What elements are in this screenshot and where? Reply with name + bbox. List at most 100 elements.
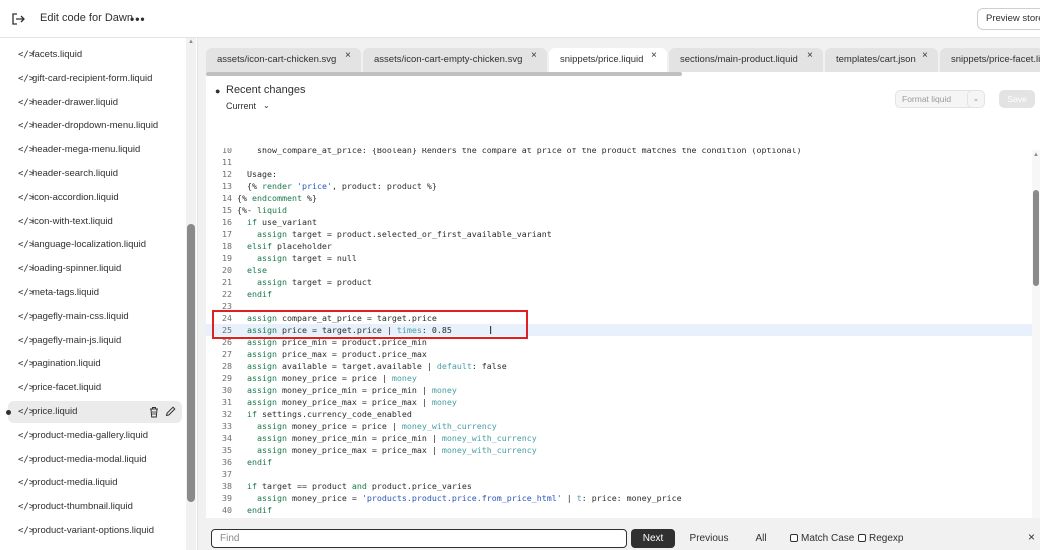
pencil-icon[interactable] — [165, 406, 176, 417]
line-number: 16 — [222, 217, 232, 227]
sidebar-file-item[interactable]: </> price-facet.liquid — [8, 377, 182, 399]
format-liquid-button[interactable]: Format liquid — [895, 90, 975, 108]
exit-icon[interactable] — [10, 11, 26, 27]
sidebar-file-label: pagefly-main-css.liquid — [32, 310, 129, 322]
line-number: 31 — [222, 397, 232, 407]
sidebar-file-item[interactable]: </> header-mega-menu.liquid — [8, 139, 182, 161]
code-text: assign money_price_max = price_max | mon… — [256, 445, 537, 455]
line-number: 10 — [222, 148, 232, 155]
close-icon[interactable]: × — [1028, 529, 1035, 546]
sidebar-file-label: loading-spinner.liquid — [32, 263, 122, 275]
tabs-scrollbar[interactable] — [206, 72, 682, 76]
code-line: 29 assign money_price = price | money — [206, 372, 1032, 384]
sidebar-file-label: header-dropdown-menu.liquid — [32, 120, 159, 132]
code-text: if settings.currency_code_enabled — [247, 409, 412, 419]
tab-file[interactable]: assets/icon-cart-chicken.svg × — [206, 48, 361, 72]
more-options-icon[interactable]: ••• — [130, 12, 146, 26]
preview-store-button[interactable]: Preview store — [977, 8, 1040, 30]
sidebar-file-label: header-mega-menu.liquid — [32, 144, 141, 156]
tab-file[interactable]: templates/cart.json × — [825, 48, 938, 72]
code-text: assign available = target.available | de… — [247, 361, 507, 371]
sidebar-file-item[interactable]: </> gift-card-recipient-form.liquid — [8, 68, 182, 90]
code-line: 33 assign money_price = price | money_wi… — [206, 420, 1032, 432]
line-number: 30 — [222, 385, 232, 395]
version-select[interactable]: Current — [226, 101, 256, 111]
regexp-label: Regexp — [869, 533, 904, 544]
regexp-checkbox[interactable] — [858, 534, 866, 542]
chevron-down-icon[interactable]: ⌄ — [967, 90, 985, 108]
close-tab-icon[interactable]: × — [922, 48, 928, 68]
tab-file[interactable]: assets/icon-cart-empty-chicken.svg × — [363, 48, 547, 72]
code-line: 12 Usage: — [206, 168, 1032, 180]
code-text: if target == product and product.price_v… — [247, 481, 472, 491]
line-number: 35 — [222, 445, 232, 455]
sidebar-file-label: product-variant-options.liquid — [32, 525, 154, 536]
page-title: Edit code for Dawn — [40, 12, 133, 24]
tab-label: assets/icon-cart-chicken.svg — [217, 54, 337, 65]
code-text: {% endcomment %} — [237, 193, 317, 203]
sidebar-file-item[interactable]: </> product-thumbnail.liquid — [8, 496, 182, 518]
tab-file[interactable]: snippets/price-facet.liquid — [940, 48, 1040, 72]
recent-changes-title: Recent changes — [226, 84, 306, 96]
code-text: endif — [247, 505, 272, 515]
line-number: 40 — [222, 505, 232, 515]
sidebar-file-item[interactable]: </> facets.liquid — [8, 44, 182, 66]
tab-file[interactable]: snippets/price.liquid × — [549, 48, 667, 72]
match-case-label: Match Case — [801, 533, 855, 544]
line-number: 27 — [222, 349, 232, 359]
code-line: 37 — [206, 468, 1032, 480]
sidebar-file-label: price.liquid — [32, 406, 78, 417]
find-next-button[interactable]: Next — [631, 529, 675, 548]
sidebar-file-item[interactable]: </> language-localization.liquid — [8, 234, 182, 256]
code-line: 31 assign money_price_max = price_max | … — [206, 396, 1032, 408]
close-tab-icon[interactable]: × — [807, 48, 813, 68]
sidebar-file-item[interactable]: </> meta-tags.liquid — [8, 282, 182, 304]
sidebar-file-label: header-search.liquid — [32, 168, 119, 179]
tab-file[interactable]: sections/main-product.liquid × — [669, 48, 823, 72]
line-number: 22 — [222, 289, 232, 299]
close-tab-icon[interactable]: × — [531, 48, 537, 68]
editor-scrollbar-thumb[interactable] — [1033, 190, 1039, 286]
chevron-down-icon[interactable]: ⌄ — [263, 101, 270, 110]
sidebar-file-label: icon-accordion.liquid — [32, 191, 119, 203]
line-number: 32 — [222, 409, 232, 419]
code-text: -%} — [237, 516, 252, 518]
sidebar-file-item[interactable]: </> icon-with-text.liquid — [8, 211, 182, 233]
sidebar-file-item[interactable]: </> pagefly-main-js.liquid — [8, 330, 182, 352]
file-tabs: assets/icon-cart-chicken.svg × assets/icon… — [198, 48, 1040, 72]
sidebar-file-item[interactable]: </> pagination.liquid — [8, 353, 182, 375]
sidebar-scrollbar-thumb[interactable] — [187, 224, 195, 502]
sidebar-file-item[interactable]: </> pagefly-main-css.liquid — [8, 306, 182, 328]
tab-label: snippets/price.liquid — [560, 54, 644, 65]
line-number: 20 — [222, 265, 232, 275]
close-tab-icon[interactable]: × — [651, 48, 657, 68]
line-number: 39 — [222, 493, 232, 503]
sidebar-file-item[interactable]: </> product-media-modal.liquid — [8, 449, 182, 471]
trash-icon[interactable] — [149, 406, 159, 418]
line-number: 34 — [222, 433, 232, 443]
match-case-checkbox[interactable] — [790, 534, 798, 542]
sidebar-file-item[interactable]: </> price.liquid — [6, 401, 182, 423]
line-number: 21 — [222, 277, 232, 287]
find-previous-button[interactable]: Previous — [680, 529, 738, 548]
sidebar-file-label: language-localization.liquid — [32, 239, 147, 251]
find-all-button[interactable]: All — [746, 529, 776, 548]
scroll-up-arrow-icon[interactable]: ▲ — [188, 39, 194, 45]
sidebar-file-item[interactable]: </> product-variant-options.liquid — [8, 520, 182, 542]
sidebar-file-label: header-drawer.liquid — [32, 96, 119, 108]
sidebar-file-item[interactable]: </> icon-accordion.liquid — [8, 187, 182, 209]
sidebar-file-item[interactable]: </> header-drawer.liquid — [8, 92, 182, 114]
scroll-up-arrow-icon[interactable]: ▲ — [1033, 152, 1039, 158]
sidebar-file-item[interactable]: </> product-media-gallery.liquid — [8, 425, 182, 447]
sidebar-file-item[interactable]: </> loading-spinner.liquid — [8, 258, 182, 280]
sidebar-file-item[interactable]: </> header-dropdown-menu.liquid — [8, 115, 182, 137]
sidebar-file-item[interactable]: </> product-media.liquid — [8, 472, 182, 494]
sidebar-file-item[interactable]: </> header-search.liquid — [8, 163, 182, 185]
sidebar-file-label: icon-with-text.liquid — [32, 215, 113, 227]
save-button[interactable]: Save — [999, 90, 1035, 108]
find-input[interactable]: Find — [211, 529, 627, 548]
close-tab-icon[interactable]: × — [345, 48, 351, 68]
line-number: 11 — [222, 157, 232, 167]
code-line: 38 if target == product and product.pric… — [206, 480, 1032, 492]
sidebar-file-label: product-media.liquid — [32, 477, 118, 489]
